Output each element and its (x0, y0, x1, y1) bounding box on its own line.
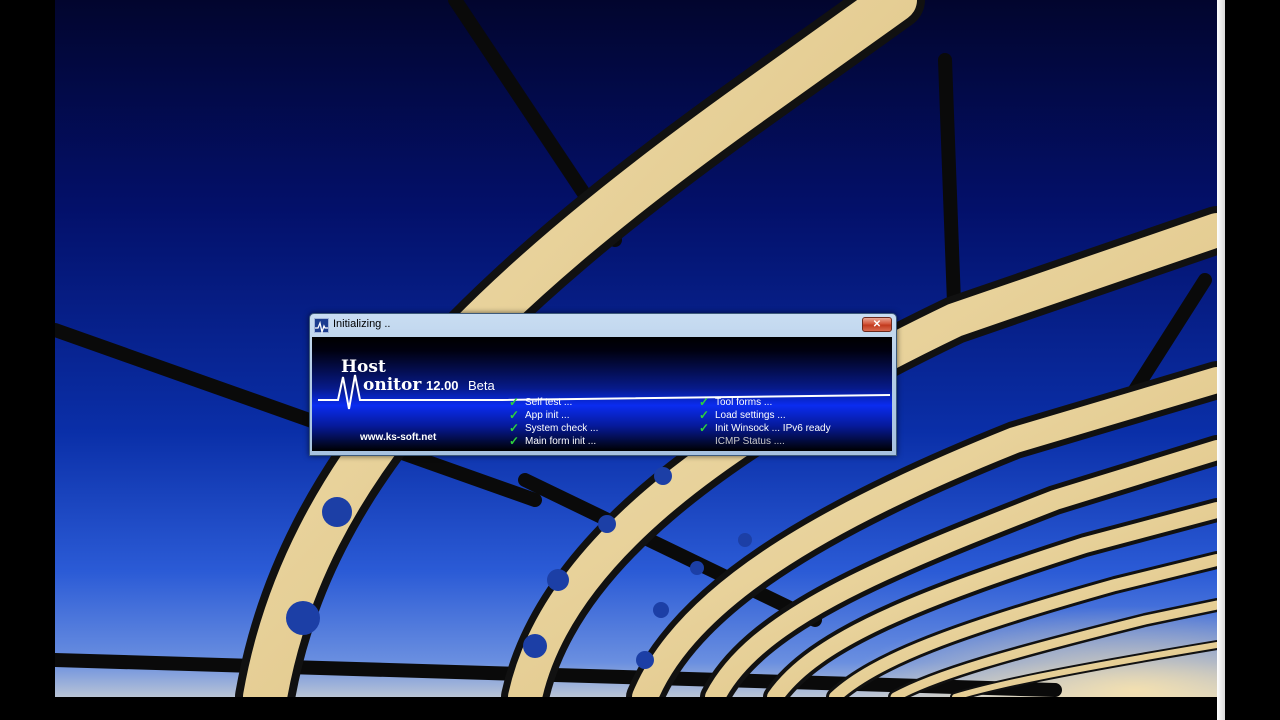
logo-monitor-text: onitor (363, 375, 422, 395)
initializing-dialog[interactable]: Initializing .. ✕ Host onitor 12.00 Beta… (309, 313, 897, 456)
status-label: Tool forms ... (715, 397, 773, 408)
status-item: ✓ Load settings ... (699, 409, 831, 422)
website-link: www.ks-soft.net (360, 432, 437, 443)
status-item: ✓ Init Winsock ... IPv6 ready (699, 422, 831, 435)
status-item: ✓ Main form init ... (509, 435, 598, 448)
status-label: Load settings ... (715, 410, 786, 421)
status-list-left: ✓ Self test ... ✓ App init ... ✓ System … (509, 396, 598, 448)
check-icon: ✓ (699, 421, 710, 435)
status-item: ✓ Self test ... (509, 396, 598, 409)
edition-label: Beta (468, 378, 495, 393)
status-item-pending: ICMP Status .... (699, 435, 831, 448)
status-label: Self test ... (525, 397, 573, 408)
status-label: System check ... (525, 423, 599, 434)
close-icon: ✕ (872, 319, 882, 330)
dialog-titlebar[interactable]: Initializing .. ✕ (310, 314, 896, 337)
splash-banner: Host onitor 12.00 Beta www.ks-soft.net ✓… (312, 337, 892, 451)
version-number: 12.00 (426, 378, 459, 393)
status-label: Init Winsock ... IPv6 ready (715, 423, 831, 434)
status-item: ✓ App init ... (509, 409, 598, 422)
status-label: ICMP Status .... (715, 436, 785, 447)
close-button[interactable]: ✕ (862, 317, 892, 332)
status-label: App init ... (525, 410, 570, 421)
dialog-title: Initializing .. (333, 318, 391, 330)
status-item: ✓ Tool forms ... (699, 396, 831, 409)
status-label: Main form init ... (525, 436, 597, 447)
status-list-right: ✓ Tool forms ... ✓ Load settings ... ✓ I… (699, 396, 831, 448)
screen-edge-strip (1217, 0, 1225, 720)
logo-host-text: Host (341, 357, 386, 377)
heartbeat-icon (314, 318, 329, 335)
check-icon: ✓ (509, 434, 520, 448)
status-item: ✓ System check ... (509, 422, 598, 435)
